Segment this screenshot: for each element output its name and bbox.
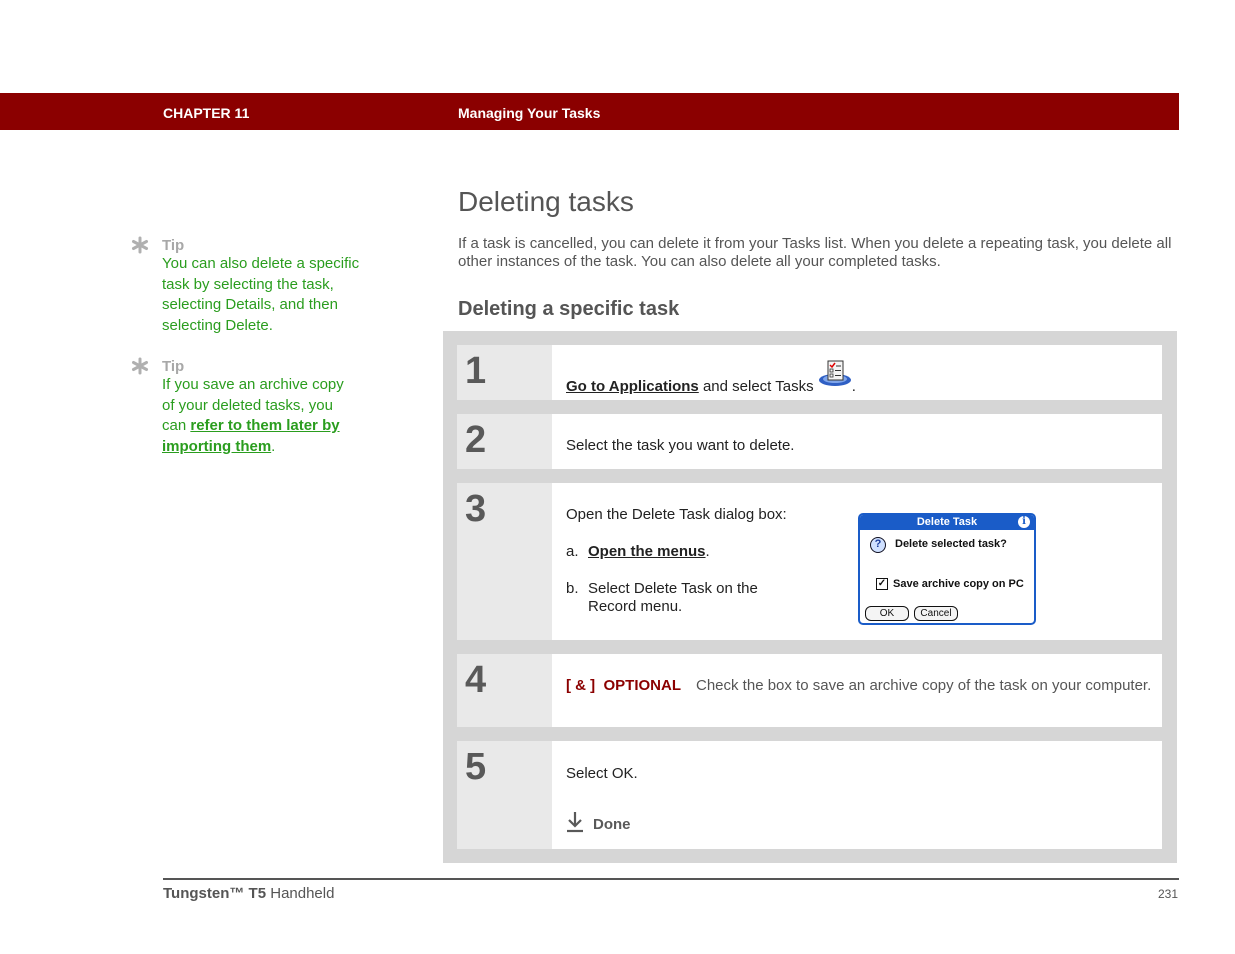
step-number-text: 5	[465, 746, 487, 788]
tip-text: You can also delete a specific task by s…	[162, 255, 360, 334]
step-content: Select the task you want to delete.	[566, 437, 795, 454]
optional-tag: [ & ] OPTIONAL	[566, 677, 681, 694]
step-content: [ & ] OPTIONAL Check the box to save an a…	[566, 677, 1152, 695]
substep-text: Select Delete Task on the Record menu.	[588, 580, 758, 615]
step-number: 5	[457, 741, 552, 849]
asterisk-icon	[131, 357, 155, 375]
tip-2: Tip If you save an archive copy of your …	[131, 357, 361, 457]
asterisk-icon	[131, 236, 155, 254]
tasks-app-icon	[818, 360, 852, 395]
step-content: Open the Delete Task dialog box: a. Open…	[566, 506, 816, 616]
dialog-title: Delete Task	[916, 516, 978, 528]
arrow-down-icon	[566, 811, 584, 838]
step-3: 3 Open the Delete Task dialog box: a. Op…	[457, 483, 1162, 640]
step-1: 1 Go to Applications and select Tasks .	[457, 345, 1162, 400]
step-2: 2 Select the task you want to delete.	[457, 414, 1162, 469]
step-text: Select OK.	[566, 765, 638, 782]
ok-button[interactable]: OK	[865, 606, 909, 621]
question-icon: ?	[870, 537, 886, 553]
step-number-text: 4	[465, 659, 487, 701]
step-number-text: 1	[465, 350, 487, 392]
page-number: 231	[1157, 887, 1178, 901]
product-name: Tungsten™ T5	[163, 885, 267, 902]
intro-paragraph: If a task is cancelled, you can delete i…	[458, 235, 1172, 270]
section-title: Deleting a specific task	[458, 298, 680, 320]
page-title: Deleting tasks	[458, 186, 634, 217]
tip-1: Tip You can also delete a specific task …	[131, 236, 361, 336]
save-archive-checkbox[interactable]: ✓ Save archive copy on PC	[876, 578, 1024, 590]
step-number: 4	[457, 654, 552, 727]
step-number-text: 3	[465, 488, 487, 530]
footer-divider	[163, 878, 1179, 880]
tip-label: Tip	[162, 357, 185, 375]
substep-after: .	[705, 543, 710, 560]
done-label: Done	[593, 815, 631, 833]
step-text-after: .	[851, 378, 856, 395]
step-number: 1	[457, 345, 552, 400]
substep-marker: b.	[566, 580, 579, 597]
step-number-text: 2	[465, 419, 487, 461]
checkbox-label: Save archive copy on PC	[893, 578, 1024, 590]
step-text: Open the Delete Task dialog box:	[566, 506, 787, 523]
step-5: 5 Select OK. Done	[457, 741, 1162, 849]
step-number: 2	[457, 414, 552, 469]
substep-marker: a.	[566, 543, 579, 560]
chapter-title: Managing Your Tasks	[458, 105, 601, 121]
done-marker: Done	[566, 811, 1152, 838]
open-the-menus-link[interactable]: Open the menus	[588, 543, 706, 560]
tip-label: Tip	[162, 236, 185, 254]
step-number: 3	[457, 483, 552, 640]
cancel-button[interactable]: Cancel	[914, 606, 958, 621]
step-text: Check the box to save an archive copy of…	[696, 677, 1152, 694]
substep-b: b. Select Delete Task on the Record menu…	[566, 580, 816, 616]
substep-a: a. Open the menus.	[566, 543, 816, 561]
go-to-applications-link[interactable]: Go to Applications	[566, 378, 699, 395]
dialog-title-bar: Delete Task i	[860, 515, 1034, 530]
step-text: and select Tasks	[698, 378, 818, 395]
product-suffix: Handheld	[266, 885, 335, 902]
tip-text-after: .	[271, 437, 276, 455]
tip-text: If you save an archive copy of your dele…	[162, 375, 347, 457]
step-content: Select OK. Done	[566, 765, 1152, 838]
delete-task-dialog: Delete Task i ? Delete selected task? ✓ …	[858, 513, 1036, 625]
chapter-label: CHAPTER 11	[163, 105, 250, 121]
info-icon: i	[1018, 516, 1030, 528]
dialog-message: Delete selected task?	[895, 538, 1007, 550]
step-4: 4 [ & ] OPTIONAL Check the box to save an…	[457, 654, 1162, 727]
footer-product: Tungsten™ T5 Handheld	[163, 885, 334, 902]
checkbox-checked-icon: ✓	[876, 578, 888, 590]
step-content: Go to Applications and select Tasks .	[566, 360, 1152, 396]
